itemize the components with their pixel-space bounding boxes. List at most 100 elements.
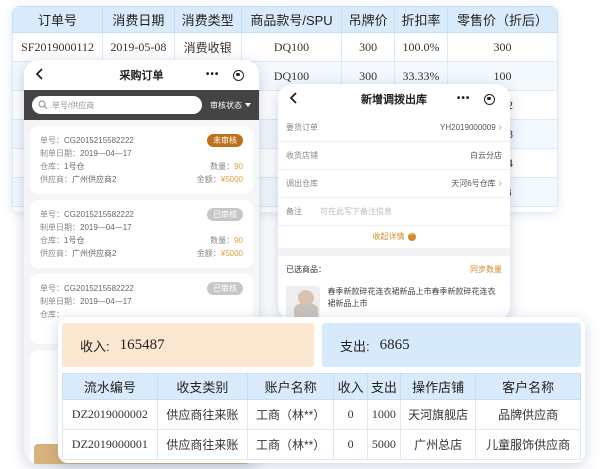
cell: 天河旗舰店 <box>400 399 477 430</box>
col-order-no[interactable]: 订单号 <box>12 6 104 33</box>
selected-goods-row: 已选商品： 同步数量 <box>278 256 510 282</box>
order-no-row: 单号：CG2015215582222 已审核 <box>40 208 243 221</box>
more-dots-icon[interactable]: ••• <box>206 70 220 80</box>
order-no: CG2015215582222 <box>64 210 134 219</box>
expense-value: 6865 <box>379 336 410 353</box>
caret-down-icon <box>245 103 251 107</box>
selected-label: 已选商品： <box>286 264 326 274</box>
warehouse-row: 仓库：1号仓 数量：90 <box>40 234 243 247</box>
col-customer[interactable]: 客户名称 <box>475 373 581 400</box>
mini-program-capsule: ••• <box>450 90 502 108</box>
collapse-label: 收起详情 <box>372 232 405 241</box>
order-date: 2019—04—17 <box>80 149 132 158</box>
table-row[interactable]: DZ2019000002 供应商往来账 工商（林**） 0 1000 天河旗舰店… <box>62 399 581 430</box>
remark-label: 备注 <box>286 207 302 216</box>
order-date: 2019—04—17 <box>80 297 132 306</box>
cell: SF2019000112 <box>12 32 104 62</box>
back-arrow-icon[interactable] <box>32 66 48 82</box>
purchase-order-header: 采购订单 ••• <box>24 60 259 90</box>
income-summary: 收入: 165487 <box>62 323 314 367</box>
cell: DZ2019000001 <box>62 429 158 460</box>
qty: 90 <box>234 162 243 171</box>
collapse-details-link[interactable]: 收起详情 ⌃ <box>278 226 510 248</box>
col-income[interactable]: 收入 <box>333 373 368 400</box>
cell: 供应商往来账 <box>156 429 248 460</box>
cell: 0 <box>333 429 368 460</box>
ledger-table: 流水编号 收支类别 账户名称 收入 支出 操作店铺 客户名称 DZ2019000… <box>62 373 581 460</box>
transfer-header: 新增调拨出库 ••• <box>278 84 510 114</box>
back-arrow-icon[interactable] <box>286 90 302 106</box>
search-icon <box>38 100 48 110</box>
search-bar: 单号/供应商 审核状态 <box>24 90 259 120</box>
income-label: 收入: <box>80 338 110 354</box>
qty-label: 数量： <box>210 236 235 245</box>
more-dots-icon[interactable]: ••• <box>457 94 471 104</box>
warehouse-label: 仓库： <box>40 236 64 245</box>
remark-input[interactable]: 可在此写下备注信息 <box>320 206 502 217</box>
income-value: 165487 <box>119 336 165 353</box>
supplier-label: 供应商： <box>40 249 72 258</box>
chevron-right-icon: › <box>498 178 502 189</box>
warehouse: 1号仓 <box>64 162 85 171</box>
table-row[interactable]: DZ2019000001 供应商往来账 工商（林**） 0 5000 广州总店 … <box>62 429 581 460</box>
chevron-right-icon: › <box>498 122 502 133</box>
search-input[interactable]: 单号/供应商 <box>32 96 202 114</box>
amount: ¥5000 <box>220 175 243 184</box>
audit-status-filter[interactable]: 审核状态 <box>210 100 251 111</box>
order-no-row: 单号：CG2015215582222 未审核 <box>40 134 243 147</box>
cell: 300 <box>341 32 396 62</box>
order-card[interactable]: 单号：CG2015215582222 未审核 制单日期：2019—04—17 仓… <box>30 126 253 194</box>
sync-quantity-button[interactable]: 同步数量 <box>470 264 502 275</box>
transfer-out-phone: 新增调拨出库 ••• 要货订单 YH2019000009 › 收货店铺 白云分店 … <box>278 84 510 320</box>
remark-field[interactable]: 备注 可在此写下备注信息 <box>278 198 510 226</box>
status-badge: 未审核 <box>207 134 243 147</box>
col-tag-price[interactable]: 吊牌价 <box>341 6 396 33</box>
col-spu[interactable]: 商品款号/SPU <box>240 6 343 33</box>
order-date: 2019—04—17 <box>80 223 132 232</box>
finance-ledger-card: 收入: 165487 支出: 6865 流水编号 收支类别 账户名称 收入 支出… <box>58 317 585 463</box>
mini-program-capsule: ••• <box>199 66 251 84</box>
product-image <box>286 286 320 320</box>
supplier: 广州供应商2 <box>72 175 117 184</box>
request-order-field[interactable]: 要货订单 YH2019000009 › <box>278 114 510 142</box>
receiving-store-field[interactable]: 收货店铺 白云分店 <box>278 142 510 170</box>
col-type[interactable]: 消费类型 <box>173 6 242 33</box>
col-serial-no[interactable]: 流水编号 <box>62 373 158 400</box>
cell: DZ2019000002 <box>62 399 158 430</box>
supplier-row: 供应商：广州供应商2 金额：¥5000 <box>40 173 243 186</box>
warehouse-row: 仓库：1号仓 数量：90 <box>40 160 243 173</box>
col-category[interactable]: 收支类别 <box>156 373 248 400</box>
order-card[interactable]: 单号：CG2015215582222 已审核 制单日期：2019—04—17 仓… <box>30 200 253 268</box>
close-target-icon[interactable] <box>233 69 245 81</box>
order-no: CG2015215582222 <box>64 284 134 293</box>
field-label: 调出仓库 <box>286 179 318 188</box>
cell: 品牌供应商 <box>475 399 581 430</box>
cell: 1000 <box>366 399 402 430</box>
col-account[interactable]: 账户名称 <box>246 373 335 400</box>
cell: DQ100 <box>240 32 343 62</box>
supplier-label: 供应商： <box>40 175 72 184</box>
date-row: 制单日期：2019—04—17 <box>40 147 243 160</box>
field-value: 天河6号仓库 <box>451 179 496 188</box>
col-discount[interactable]: 折扣率 <box>394 6 448 33</box>
status-badge: 已审核 <box>207 282 243 295</box>
table-row[interactable]: SF2019000112 2019-05-08 消费收银 DQ100 300 1… <box>12 32 558 62</box>
filter-label: 审核状态 <box>210 100 242 110</box>
search-placeholder: 单号/供应商 <box>52 100 95 110</box>
amount-label: 金额： <box>196 249 221 258</box>
order-no: CG2015215582222 <box>64 136 134 145</box>
col-date[interactable]: 消费日期 <box>102 6 175 33</box>
warehouse: 1号仓 <box>64 236 85 245</box>
product-item[interactable]: 春季新款碎花连衣裙新品上市春季新款碎花连衣裙新品上市 <box>278 282 510 320</box>
expense-label: 支出: <box>340 338 370 354</box>
qty: 90 <box>234 236 243 245</box>
product-name: 春季新款碎花连衣裙新品上市春季新款碎花连衣裙新品上市 <box>327 287 496 308</box>
qty-label: 数量： <box>210 162 235 171</box>
col-retail-price[interactable]: 零售价（折后） <box>446 6 558 33</box>
close-target-icon[interactable] <box>484 93 496 105</box>
date-label: 制单日期： <box>40 149 80 158</box>
col-expense[interactable]: 支出 <box>366 373 402 400</box>
col-store[interactable]: 操作店铺 <box>400 373 477 400</box>
cell: 工商（林**） <box>246 399 335 430</box>
out-warehouse-field[interactable]: 调出仓库 天河6号仓库 › <box>278 170 510 198</box>
